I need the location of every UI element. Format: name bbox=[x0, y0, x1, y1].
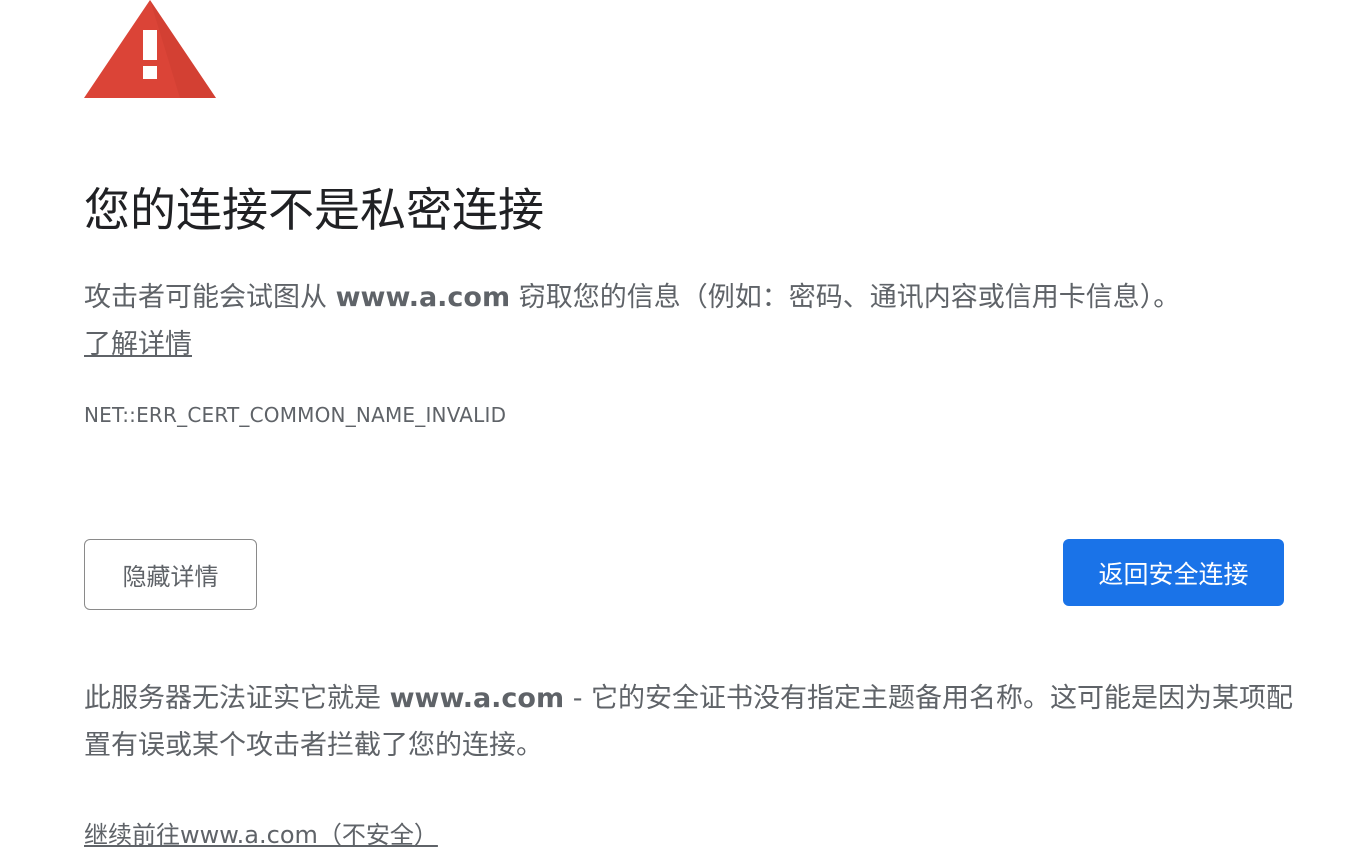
details-host: www.a.com bbox=[389, 683, 565, 714]
learn-more-link[interactable]: 了解详情 bbox=[84, 329, 192, 360]
hide-details-button[interactable]: 隐藏详情 bbox=[84, 539, 257, 610]
main-message-suffix: 窃取您的信息（例如：密码、通讯内容或信用卡信息）。 bbox=[510, 282, 1181, 313]
warning-triangle-icon bbox=[84, 0, 216, 98]
error-code: NET::ERR_CERT_COMMON_NAME_INVALID bbox=[84, 403, 507, 427]
main-message-host: www.a.com bbox=[335, 282, 511, 313]
back-to-safety-button[interactable]: 返回安全连接 bbox=[1063, 539, 1284, 606]
main-message-prefix: 攻击者可能会试图从 bbox=[84, 282, 336, 313]
main-message: 攻击者可能会试图从 www.a.com 窃取您的信息（例如：密码、通讯内容或信用… bbox=[84, 274, 1304, 368]
details-prefix: 此服务器无法证实它就是 bbox=[84, 683, 390, 714]
details-message: 此服务器无法证实它就是 www.a.com - 它的安全证书没有指定主题备用名称… bbox=[84, 675, 1299, 769]
interstitial-page: 您的连接不是私密连接 攻击者可能会试图从 www.a.com 窃取您的信息（例如… bbox=[0, 0, 1364, 865]
page-title: 您的连接不是私密连接 bbox=[84, 183, 544, 237]
proceed-unsafe-link[interactable]: 继续前往www.a.com（不安全） bbox=[84, 815, 438, 855]
